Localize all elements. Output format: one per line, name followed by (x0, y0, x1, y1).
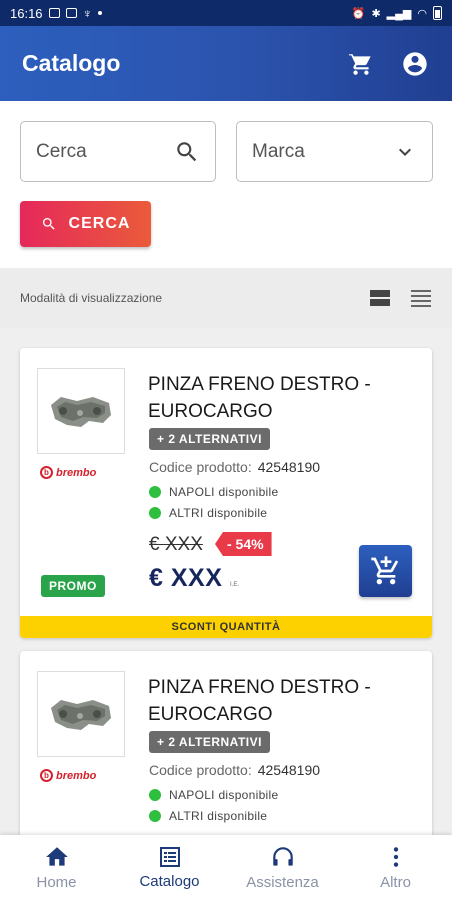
status-time: 16:16 (10, 5, 43, 21)
nav-catalogo[interactable]: Catalogo (113, 835, 226, 900)
image-icon (65, 8, 77, 18)
add-shopping-cart-icon (370, 556, 398, 585)
alternatives-badge[interactable]: + 2 ALTERNATIVI (149, 731, 270, 753)
nav-home[interactable]: Home (0, 835, 113, 900)
available-dot-icon (149, 810, 161, 822)
search-placeholder: Cerca (36, 140, 87, 162)
cart-button[interactable] (346, 49, 376, 79)
availability-altri: ALTRI disponibile (149, 506, 267, 520)
bottom-navigation: Home Catalogo Assistenza Altro (0, 835, 452, 900)
available-dot-icon (149, 507, 161, 519)
promo-badge: PROMO (41, 575, 105, 597)
account-icon (403, 51, 427, 76)
availability-napoli: NAPOLI disponibile (149, 788, 278, 802)
available-dot-icon (149, 486, 161, 498)
catalog-icon (159, 847, 180, 867)
brand-logo: b brembo (40, 466, 96, 479)
status-bar: 16:16 ♆ ⏰ ✱ ▂▄▆ ◠ (0, 0, 452, 26)
page-title: Catalogo (22, 50, 121, 76)
battery-icon (433, 6, 442, 20)
product-title[interactable]: PINZA FRENO DESTRO - EUROCARGO (148, 371, 418, 425)
more-vert-icon (393, 847, 398, 867)
dot-icon (98, 11, 103, 15)
view-list-icon[interactable] (410, 288, 432, 308)
quantity-discount-banner: SCONTI QUANTITÀ (20, 616, 432, 638)
brake-caliper-image (51, 397, 111, 427)
price: € XXX (149, 564, 223, 592)
nav-assistenza[interactable]: Assistenza (226, 835, 339, 900)
account-button[interactable] (400, 49, 430, 79)
product-card[interactable]: b brembo PINZA FRENO DESTRO - EUROCARGO +… (20, 348, 432, 638)
product-code: Codice prodotto: 42548190 (149, 459, 321, 475)
availability-altri: ALTRI disponibile (149, 809, 267, 823)
product-title[interactable]: PINZA FRENO DESTRO - EUROCARGO (148, 674, 418, 728)
app-bar: Catalogo (0, 26, 452, 101)
signal-icon: ▂▄▆ (386, 7, 412, 20)
search-button[interactable]: CERCA (20, 201, 151, 247)
search-icon (177, 141, 197, 161)
mail-icon (48, 8, 60, 18)
home-icon (45, 847, 68, 866)
view-mode-label: Modalità di visualizzazione (20, 291, 163, 305)
add-to-cart-button[interactable] (359, 545, 412, 597)
product-card[interactable]: b brembo PINZA FRENO DESTRO - EUROCARGO +… (20, 651, 432, 851)
brand-logo: b brembo (40, 769, 96, 782)
nav-altro[interactable]: Altro (339, 835, 452, 900)
chevron-down-icon (399, 148, 411, 156)
bluetooth-icon: ✱ (371, 7, 381, 20)
product-code: Codice prodotto: 42548190 (149, 762, 321, 778)
discount-badge: - 54% (215, 532, 272, 556)
cart-icon (349, 52, 371, 75)
alternatives-badge[interactable]: + 2 ALTERNATIVI (149, 428, 270, 450)
search-input[interactable]: Cerca (20, 121, 216, 182)
view-mode-bar: Modalità di visualizzazione (0, 268, 452, 328)
view-stream-icon[interactable] (369, 288, 391, 308)
brand-select[interactable]: Marca (236, 121, 433, 182)
availability-napoli: NAPOLI disponibile (149, 485, 278, 499)
brake-caliper-image (51, 700, 111, 730)
alarm-icon: ⏰ (351, 7, 366, 20)
search-icon (42, 218, 55, 230)
old-price: € XXX (149, 534, 203, 555)
headset-icon (272, 847, 293, 866)
available-dot-icon (149, 789, 161, 801)
price-note: I.E. (230, 582, 240, 588)
product-image (37, 368, 125, 454)
wifi-icon: ◠ (417, 7, 427, 20)
product-image (37, 671, 125, 757)
notification-icon: ♆ (82, 5, 93, 21)
brand-placeholder: Marca (252, 140, 305, 162)
search-button-label: CERCA (68, 215, 131, 232)
